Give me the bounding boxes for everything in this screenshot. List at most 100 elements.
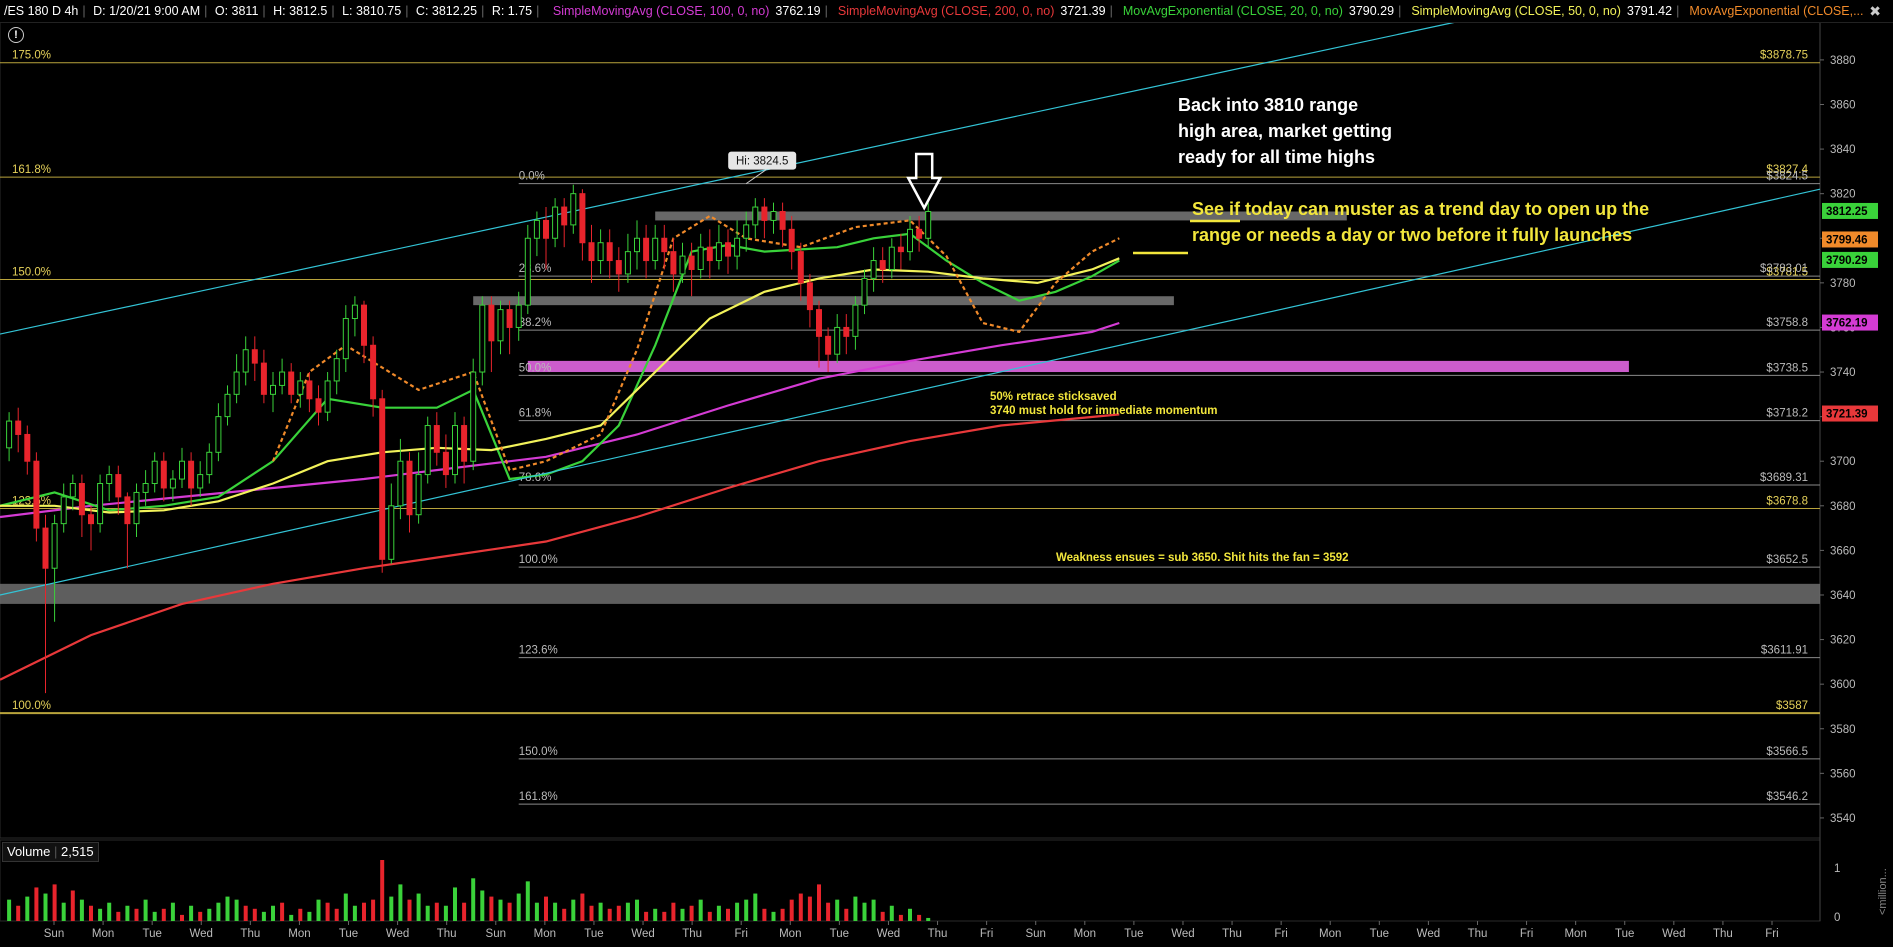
fib-retrace-label: 100.0% — [519, 554, 558, 566]
y-tick-label: 3540 — [1830, 813, 1856, 825]
candle-body — [907, 228, 913, 253]
candle-body — [779, 211, 786, 230]
x-tick-label: Sun — [44, 928, 64, 940]
mid-range-zone — [473, 296, 1174, 306]
volume-bar — [917, 914, 922, 921]
volume-bar — [152, 911, 157, 921]
volume-bar — [844, 908, 849, 921]
support-zone — [0, 583, 1820, 604]
study-label[interactable]: SimpleMovingAvg (CLOSE, 200, 0, no) — [838, 0, 1055, 22]
candle-body — [51, 523, 58, 569]
candle-body — [197, 474, 204, 489]
x-tick-label: Mon — [1074, 928, 1096, 940]
symbol-label[interactable]: /ES 180 D 4h — [0, 0, 78, 22]
candle-body — [606, 242, 613, 262]
volume-bar — [880, 911, 885, 921]
volume-bar — [480, 890, 485, 921]
volume-bar — [343, 893, 348, 921]
candle-body — [297, 380, 304, 395]
y-tick-label: 3860 — [1830, 99, 1856, 111]
volume-bar — [489, 896, 494, 921]
fib-level-value: $3587 — [1776, 700, 1808, 712]
close-icon[interactable]: ✖ — [1869, 0, 1881, 22]
retrace-zone — [527, 360, 1629, 373]
x-tick-label: Tue — [1615, 928, 1634, 940]
price-panel — [0, 21, 1821, 839]
study-label[interactable]: SimpleMovingAvg (CLOSE, 50, 0, no) — [1411, 0, 1621, 22]
volume-bar — [726, 908, 730, 921]
fib-level-value: $3878.75 — [1760, 50, 1808, 62]
x-tick-label: Fri — [1765, 928, 1778, 940]
fib-level-label: 100.0% — [12, 700, 51, 712]
candle-body — [397, 460, 404, 507]
hi-label: Hi: 3824.5 — [736, 156, 788, 168]
candle-body — [488, 304, 495, 342]
x-tick-label: Tue — [1370, 928, 1389, 940]
annotation-line: See if today can muster as a trend day t… — [1192, 199, 1650, 219]
x-tick-label: Mon — [1564, 928, 1586, 940]
candle-body — [351, 304, 358, 320]
volume-bar — [380, 860, 385, 921]
volume-bar — [334, 908, 339, 921]
fib-retrace-label: 38.2% — [519, 317, 552, 329]
candle-body — [579, 193, 586, 244]
volume-bar — [653, 908, 658, 921]
candle-body — [106, 474, 113, 485]
candle-body — [388, 505, 395, 560]
fib-level-label: 150.0% — [12, 267, 51, 279]
header-separator: | — [82, 4, 86, 18]
volume-bar — [225, 896, 230, 921]
volume-bar — [416, 893, 421, 921]
x-tick-label: Sun — [1025, 928, 1045, 940]
fib-retrace-label: 161.8% — [519, 791, 558, 803]
annotation-line: ready for all time highs — [1178, 147, 1376, 167]
volume-bar — [871, 899, 876, 921]
x-tick-label: Tue — [830, 928, 849, 940]
fib-retrace-value: $3783.01 — [1760, 263, 1808, 275]
study-label[interactable]: MovAvgExponential (CLOSE, 20, 0, no) — [1123, 0, 1343, 22]
volume-bar — [316, 899, 321, 921]
volume-bar — [616, 905, 621, 921]
candle-body — [524, 237, 531, 306]
study-label[interactable]: MovAvgExponential (CLOSE,... — [1689, 0, 1863, 22]
annotation-line: 3740 must hold for immediate momentum — [990, 405, 1218, 417]
header-separator: | — [481, 4, 485, 18]
low-value: L: 3810.75 — [342, 4, 402, 18]
price-chart[interactable]: 175.0% $3878.75161.8% $3827.4150.0% $3781.5… — [0, 0, 1893, 947]
volume-bar — [52, 884, 57, 921]
candle-body — [442, 451, 449, 476]
candle-body — [160, 460, 167, 489]
info-icon[interactable]: ! — [8, 27, 24, 43]
fib-level-label: 175.0% — [12, 50, 51, 62]
candle-body — [206, 451, 213, 476]
fib-retrace-label: 150.0% — [519, 746, 558, 758]
candle-body — [361, 304, 367, 346]
candle-body — [370, 344, 377, 400]
candle-body — [333, 358, 340, 382]
volume-bar — [207, 908, 212, 921]
volume-bar — [125, 905, 130, 921]
annotation-retrace: 50% retrace sticksaved 3740 must hold fo… — [990, 390, 1218, 418]
volume-bar — [908, 908, 912, 921]
x-tick-label: Wed — [190, 928, 213, 940]
fib-level-label: 161.8% — [12, 164, 51, 176]
fib-retrace-value: $3824.5 — [1766, 171, 1808, 183]
candle-body — [433, 425, 440, 453]
header-separator: | — [331, 4, 335, 18]
volume-bar — [580, 893, 585, 921]
x-tick-label: Tue — [142, 928, 161, 940]
volume-bar — [198, 911, 203, 921]
x-tick-label: Tue — [1124, 928, 1143, 940]
x-tick-label: Mon — [1319, 928, 1341, 940]
candle-body — [270, 384, 276, 395]
price-tag-value: 3762.19 — [1826, 318, 1868, 330]
volume-bar — [216, 902, 221, 921]
volume-bar — [70, 890, 75, 921]
candle-body — [652, 237, 659, 262]
candle-body — [260, 362, 267, 395]
study-label[interactable]: SimpleMovingAvg (CLOSE, 100, 0, no) — [553, 0, 770, 22]
candle-body — [852, 304, 859, 337]
candle-body — [506, 309, 513, 328]
volume-bar — [680, 908, 685, 921]
volume-bar — [525, 881, 530, 921]
